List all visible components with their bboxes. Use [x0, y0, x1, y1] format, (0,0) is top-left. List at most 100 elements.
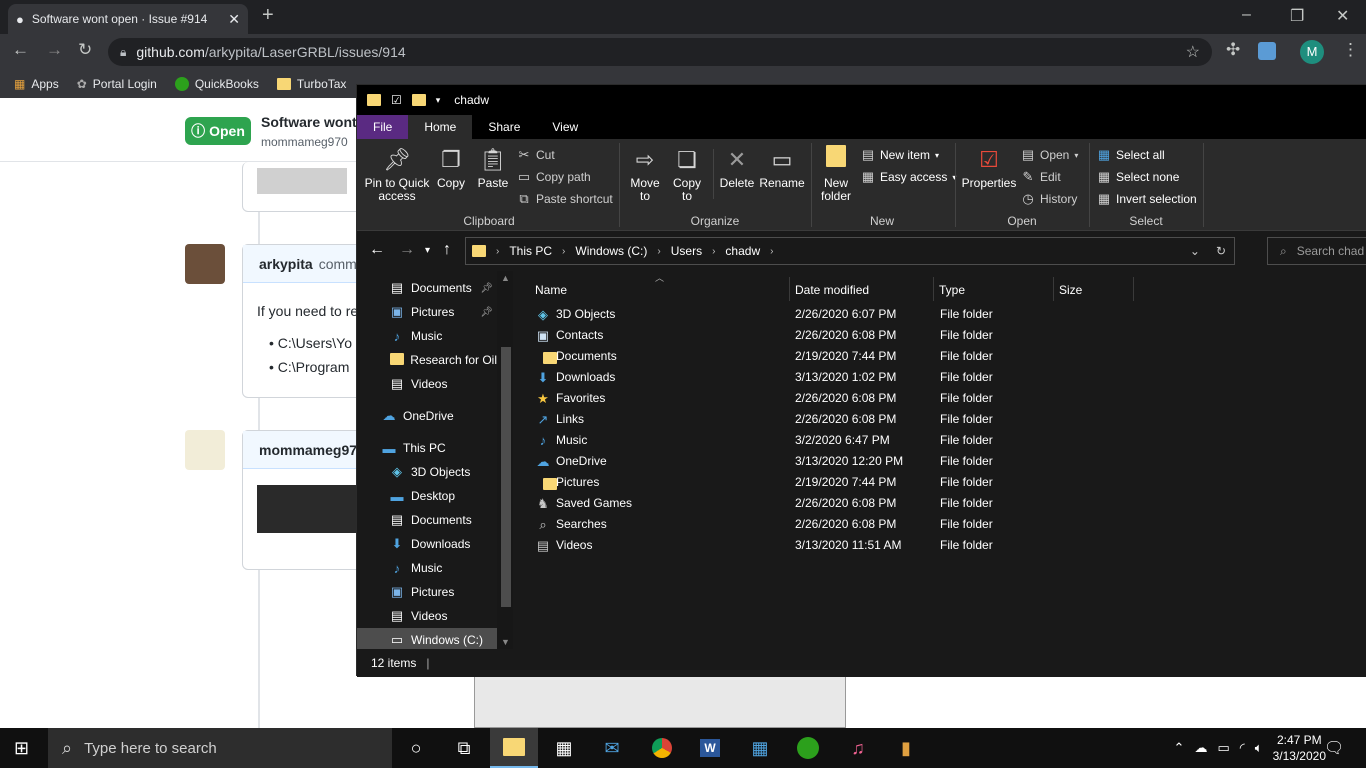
new-folder-icon[interactable]: [411, 94, 426, 106]
forward-icon[interactable]: →: [46, 40, 63, 60]
nav-item-desktop[interactable]: ▬ Desktop: [357, 484, 497, 508]
nav-item-music[interactable]: ♪ Music: [357, 324, 497, 348]
bookmark-star-icon[interactable]: ☆: [1186, 42, 1200, 62]
attachment-screenshot[interactable]: [474, 676, 846, 728]
reload-icon[interactable]: ↻: [78, 40, 92, 60]
mail-icon[interactable]: ✉: [588, 728, 636, 768]
list-item[interactable]: ▣ Contacts 2/26/2020 6:08 PM File folder: [531, 325, 1091, 346]
nav-item-onedrive[interactable]: ☁ OneDrive: [357, 404, 497, 428]
select-all-button[interactable]: ▦ Select all: [1097, 147, 1165, 163]
address-dropdown-icon[interactable]: ⌄: [1190, 244, 1200, 258]
bookmark-quickbooks[interactable]: QuickBooks: [174, 77, 259, 91]
notifications-icon[interactable]: 🗨︎: [1324, 738, 1344, 758]
nav-item-3d-objects[interactable]: ◈ 3D Objects: [357, 460, 497, 484]
store-icon[interactable]: ▦: [540, 728, 588, 768]
tab-file[interactable]: File: [357, 115, 409, 139]
up-icon[interactable]: ↑: [443, 241, 451, 259]
column-header-size[interactable]: Size: [1053, 279, 1133, 301]
list-item[interactable]: Pictures 2/19/2020 7:44 PM File folder: [531, 472, 1091, 493]
clock[interactable]: 2:47 PM 3/13/2020: [1273, 732, 1326, 764]
itunes-icon[interactable]: ♫: [834, 728, 882, 768]
new-item-button[interactable]: ▤ New item ▾: [861, 147, 939, 163]
list-item[interactable]: ◈ 3D Objects 2/26/2020 6:07 PM File folder: [531, 304, 1091, 325]
cut-button[interactable]: ✂ Cut: [517, 147, 555, 163]
comment-screenshot[interactable]: [257, 485, 357, 533]
close-window-button[interactable]: ✕: [1336, 6, 1349, 26]
refresh-icon[interactable]: ↻: [1216, 244, 1226, 258]
history-button[interactable]: ◷ History: [1021, 191, 1077, 207]
comment-author[interactable]: mommameg970: [259, 442, 365, 458]
browser-tab[interactable]: ● Software wont open · Issue #914 ✕: [8, 4, 248, 34]
chevron-up-icon[interactable]: ⌃: [1174, 740, 1185, 756]
nav-item-documents[interactable]: ▤ Documents: [357, 508, 497, 532]
task-view-icon[interactable]: ⧉: [440, 728, 488, 768]
calendar-icon[interactable]: ▦: [736, 728, 784, 768]
nav-item-videos[interactable]: ▤ Videos: [357, 372, 497, 396]
search-field[interactable]: ⌕ Search chad: [1267, 237, 1366, 265]
list-item[interactable]: ☁ OneDrive 3/13/2020 12:20 PM File folder: [531, 451, 1091, 472]
list-item[interactable]: ♞ Saved Games 2/26/2020 6:08 PM File folder: [531, 493, 1091, 514]
select-none-button[interactable]: ▦ Select none: [1097, 169, 1180, 185]
list-item[interactable]: ⌕ Searches 2/26/2020 6:08 PM File folder: [531, 514, 1091, 535]
paste-shortcut-button[interactable]: ⧉ Paste shortcut: [517, 191, 612, 207]
file-explorer-taskbar-icon[interactable]: [490, 728, 538, 768]
list-item[interactable]: Documents 2/19/2020 7:44 PM File folder: [531, 346, 1091, 367]
menu-icon[interactable]: ⋮: [1342, 40, 1359, 60]
avatar[interactable]: M: [1300, 40, 1324, 64]
nav-item-pictures[interactable]: ▣ Pictures: [357, 580, 497, 604]
chrome-icon[interactable]: [638, 728, 686, 768]
tab-home[interactable]: Home: [408, 115, 473, 139]
copy-path-button[interactable]: ▭ Copy path: [517, 169, 591, 185]
nav-item-research-for-oil[interactable]: Research for Oil: [357, 348, 497, 372]
quickbooks-icon[interactable]: [784, 728, 832, 768]
scroll-up-icon[interactable]: ▲: [501, 273, 510, 283]
paste-button[interactable]: 📋︎ Paste: [473, 145, 513, 190]
address-field[interactable]: › This PC › Windows (C:) › Users › chadw…: [465, 237, 1235, 265]
nav-item-music-pc[interactable]: ♪ Music: [357, 556, 497, 580]
breadcrumb-windows-c[interactable]: Windows (C:): [575, 244, 647, 258]
breadcrumb-this-pc[interactable]: This PC: [509, 244, 552, 258]
taskbar-search[interactable]: ⌕ Type here to search: [48, 728, 392, 768]
back-icon[interactable]: ←: [12, 40, 29, 60]
wifi-icon[interactable]: ◜: [1240, 740, 1245, 756]
new-tab-button[interactable]: +: [262, 4, 274, 27]
breadcrumb-users[interactable]: Users: [671, 244, 702, 258]
nav-item-documents-pinned[interactable]: ▤ Documents 📌︎: [357, 276, 497, 300]
properties-button[interactable]: ☑ Properties: [961, 145, 1017, 190]
open-button[interactable]: ▤ Open ▾: [1021, 147, 1079, 163]
nav-item-videos-pc[interactable]: ▤ Videos: [357, 604, 497, 628]
tab-view[interactable]: View: [536, 115, 594, 139]
delete-button[interactable]: ✕ Delete: [717, 145, 757, 190]
invert-selection-button[interactable]: ▦ Invert selection: [1097, 191, 1197, 207]
minimize-button[interactable]: –: [1242, 6, 1251, 24]
nav-item-windows-c[interactable]: ▭ Windows (C:): [357, 628, 497, 649]
column-header-date[interactable]: Date modified: [789, 279, 933, 301]
nav-item-pictures-pinned[interactable]: ▣ Pictures 📌︎: [357, 300, 497, 324]
tab-close-icon[interactable]: ✕: [228, 11, 240, 28]
new-folder-button[interactable]: New folder: [815, 145, 857, 203]
app-icon[interactable]: ▮: [882, 728, 930, 768]
nav-scrollbar-thumb[interactable]: [501, 347, 511, 607]
chevron-down-icon[interactable]: ▾: [436, 95, 441, 106]
extension-badge-icon[interactable]: [1258, 42, 1276, 60]
onedrive-icon[interactable]: ☁: [1194, 740, 1207, 756]
omnibox[interactable]: 🔒︎ github.com/arkypita/LaserGRBL/issues/…: [108, 38, 1212, 66]
back-icon[interactable]: ←: [369, 241, 385, 259]
column-header-name[interactable]: Name: [529, 279, 789, 301]
forward-icon[interactable]: →: [399, 241, 415, 259]
list-item[interactable]: ♪ Music 3/2/2020 6:47 PM File folder: [531, 430, 1091, 451]
bookmark-portal-login[interactable]: ✿ Portal Login: [77, 77, 157, 91]
recent-locations-chevron-icon[interactable]: ▾: [425, 245, 430, 256]
column-header-type[interactable]: Type: [933, 279, 1053, 301]
move-to-button[interactable]: ⇨ Move to: [627, 145, 663, 203]
word-icon[interactable]: W: [686, 728, 734, 768]
easy-access-button[interactable]: ▦Easy access▾: [861, 169, 957, 185]
properties-check-icon[interactable]: ☑: [391, 93, 402, 107]
list-item[interactable]: ▤ Videos 3/13/2020 11:51 AM File folder: [531, 535, 1091, 556]
cortana-icon[interactable]: ○: [392, 728, 440, 768]
scroll-down-icon[interactable]: ▼: [501, 637, 510, 647]
nav-item-downloads[interactable]: ⬇ Downloads: [357, 532, 497, 556]
list-item[interactable]: ↗ Links 2/26/2020 6:08 PM File folder: [531, 409, 1091, 430]
copy-button[interactable]: ❐ Copy: [433, 145, 469, 190]
windows-start-icon[interactable]: ⊞: [14, 738, 29, 759]
